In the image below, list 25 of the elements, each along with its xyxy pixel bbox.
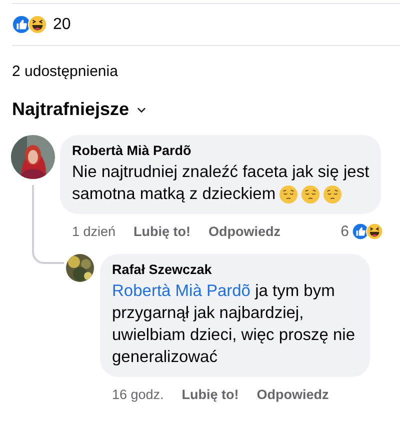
comment-text: samotna matką z dzieckiem xyxy=(72,184,276,205)
comment-time: 16 godz. xyxy=(112,386,164,402)
pensive-emoji-icon xyxy=(322,184,342,204)
comment-action[interactable]: Odpowiedz xyxy=(256,386,329,402)
share-count[interactable]: 2 udostępnienia xyxy=(0,46,400,93)
comment-action[interactable]: Odpowiedz xyxy=(208,224,281,238)
author-name[interactable]: Rafał Szewczak xyxy=(112,262,358,277)
comment-action[interactable]: Lubię to! xyxy=(134,224,191,238)
laughing-emoji-icon xyxy=(28,15,47,34)
thread-connector xyxy=(32,242,64,264)
mention-link[interactable]: Robertà Mià Pardõ xyxy=(112,282,250,300)
pensive-emoji-icon xyxy=(278,184,298,204)
author-name[interactable]: Robertà Mià Pardõ xyxy=(72,143,370,158)
chevron-down-icon xyxy=(137,106,146,112)
sort-dropdown[interactable]: Najtrafniejsze xyxy=(12,99,146,120)
reaction-count[interactable]: 20 xyxy=(53,16,71,34)
comment-text: Nie najtrudniej znaleźć faceta jak się jest xyxy=(72,162,370,183)
comment-text: Robertà Mià Pardõ ja tym bym przygarnął jak najbardziej, uwielbiam dzieci, więc proszę nie generalizować xyxy=(112,281,356,368)
comment-time: 1 dzień xyxy=(72,224,116,238)
reaction-count[interactable]: 6 xyxy=(340,222,349,240)
pensive-emoji-icon xyxy=(300,184,320,204)
laughing-emoji-icon xyxy=(366,222,383,240)
like-icon xyxy=(12,15,31,34)
thread-line xyxy=(32,185,34,242)
comment-action[interactable]: Lubię to! xyxy=(182,386,239,402)
